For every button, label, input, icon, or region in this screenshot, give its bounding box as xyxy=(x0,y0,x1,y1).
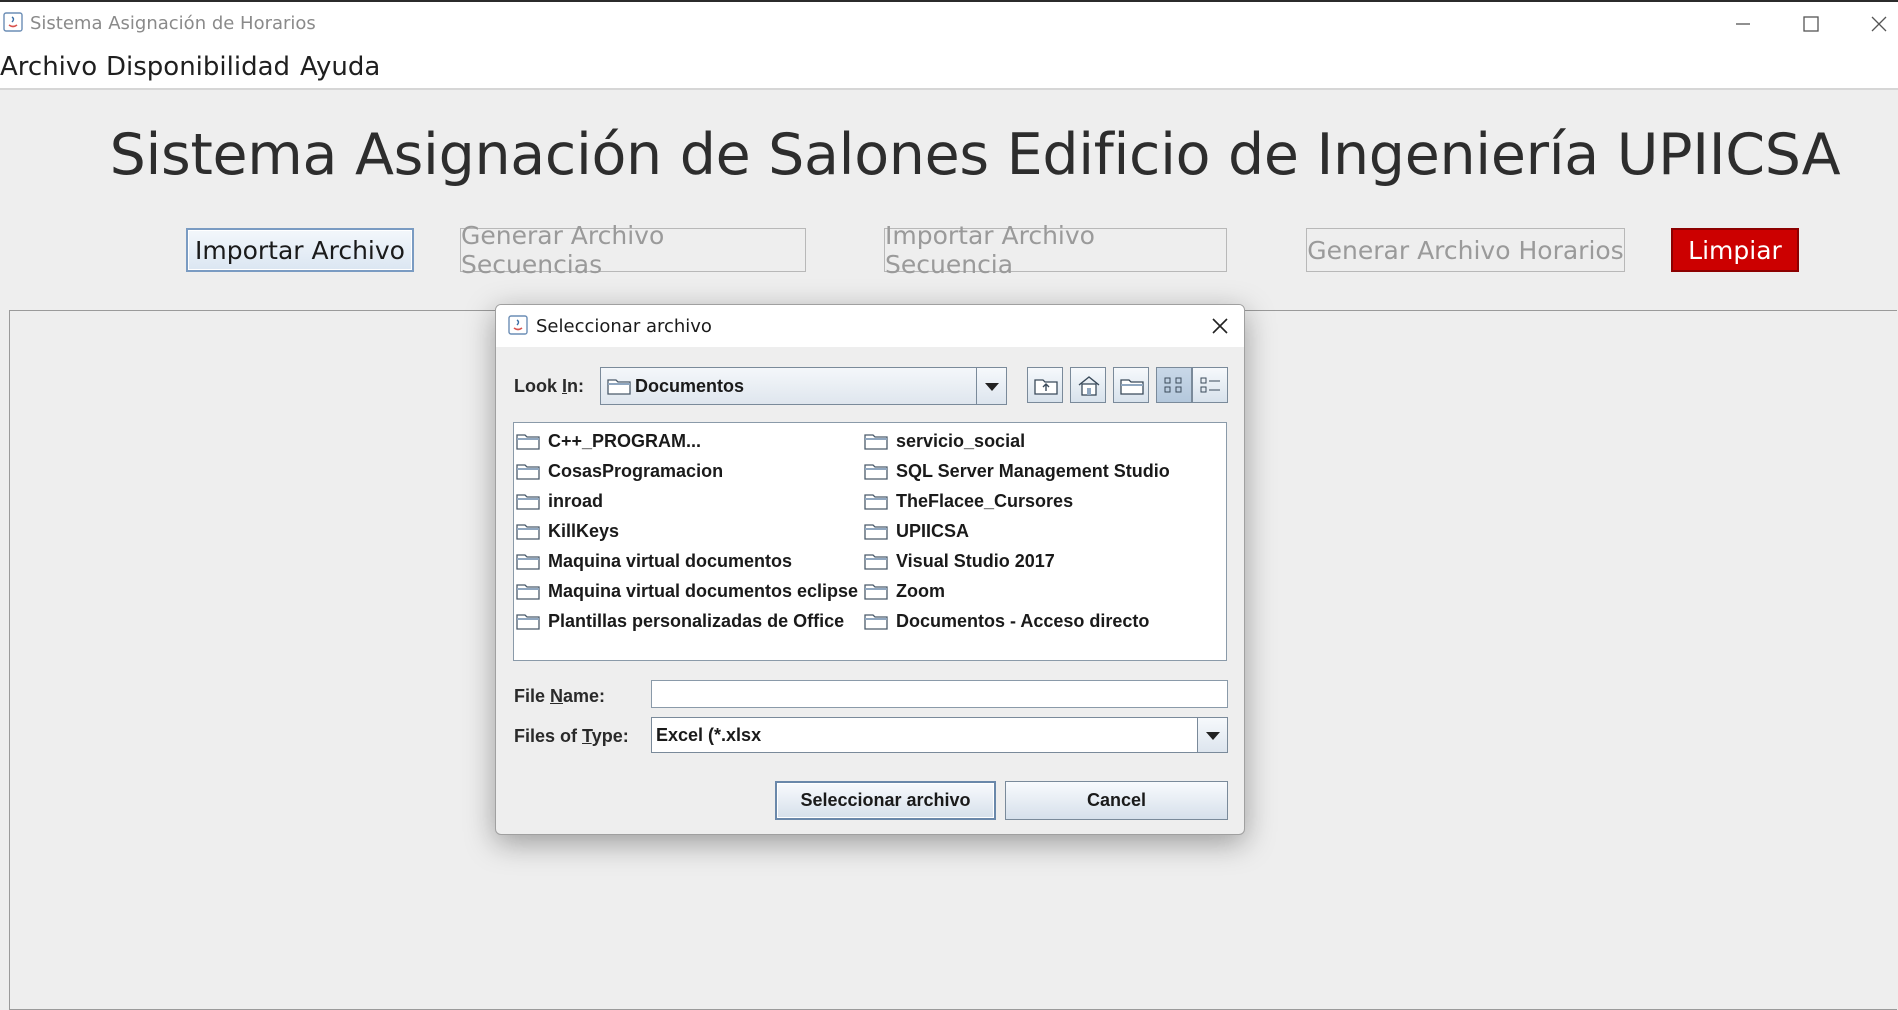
folder-item-label: CosasProgramacion xyxy=(548,460,724,481)
folder-icon xyxy=(516,494,540,510)
dialog-titlebar: Seleccionar archivo xyxy=(496,305,1244,347)
file-type-chevron-down-icon[interactable] xyxy=(1197,718,1227,752)
file-name-label: File Name: xyxy=(514,686,605,707)
select-file-button[interactable]: Seleccionar archivo xyxy=(775,781,996,820)
folder-icon xyxy=(864,524,888,540)
folder-item-label: C++_PROGRAM... xyxy=(548,430,702,451)
list-view-icon xyxy=(1164,377,1182,393)
folder-item-label: Visual Studio 2017 xyxy=(896,550,1055,571)
window-close-icon[interactable] xyxy=(1858,10,1898,40)
folder-icon xyxy=(607,376,631,400)
folder-icon xyxy=(516,584,540,600)
file-type-value: Excel (*.xlsx xyxy=(656,725,762,745)
window-title: Sistema Asignación de Horarios xyxy=(30,13,316,34)
folder-item-label: Maquina virtual documentos eclipse xyxy=(548,580,859,601)
folder-item-label: UPIICSA xyxy=(896,520,970,541)
menu-disponibilidad[interactable]: Disponibilidad xyxy=(106,52,290,82)
import-file-button[interactable]: Importar Archivo xyxy=(186,228,414,272)
folder-icon xyxy=(864,554,888,570)
list-view-button[interactable] xyxy=(1156,367,1192,403)
folder-item[interactable]: C++_PROGRAM... xyxy=(516,428,701,454)
folder-icon xyxy=(864,584,888,600)
generate-schedules-button[interactable]: Generar Archivo Horarios xyxy=(1306,228,1625,272)
folder-item-label: Plantillas personalizadas de Office xyxy=(548,610,845,631)
clear-button[interactable]: Limpiar xyxy=(1671,228,1799,272)
chevron-down-icon[interactable] xyxy=(976,368,1006,404)
folder-icon xyxy=(516,554,540,570)
folder-item[interactable]: TheFlacee_Cursores xyxy=(864,488,1073,514)
look-in-label-post: n: xyxy=(567,376,585,396)
home-button[interactable] xyxy=(1070,367,1106,403)
dialog-title: Seleccionar archivo xyxy=(536,316,712,337)
file-type-label-mnemonic: T xyxy=(582,726,592,746)
folder-item-label: SQL Server Management Studio xyxy=(896,460,1170,481)
folder-item-label: servicio_social xyxy=(896,430,1026,451)
file-name-label-mnemonic: N xyxy=(550,686,564,706)
details-view-button[interactable] xyxy=(1192,367,1228,403)
generate-sequences-button[interactable]: Generar Archivo Secuencias xyxy=(460,221,806,279)
up-one-level-button[interactable] xyxy=(1027,367,1063,403)
folder-item[interactable]: Documentos - Acceso directo xyxy=(864,608,1149,634)
dialog-close-icon[interactable] xyxy=(1208,314,1232,338)
folder-icon xyxy=(516,434,540,450)
details-view-icon xyxy=(1200,377,1220,393)
menubar: Archivo Disponibilidad Ayuda xyxy=(0,46,1898,90)
file-type-combo[interactable]: Excel (*.xlsx xyxy=(651,717,1228,753)
file-type-label: Files of Type: xyxy=(514,726,629,747)
file-list[interactable]: C++_PROGRAM... CosasProgramacion inroad Kil… xyxy=(513,422,1227,661)
page-title: Sistema Asignación de Salones Edificio d… xyxy=(109,122,1841,188)
maximize-icon[interactable] xyxy=(1790,10,1830,40)
home-icon xyxy=(1078,376,1100,396)
folder-item[interactable]: Maquina virtual documentos xyxy=(516,548,792,574)
look-in-value: Documentos xyxy=(635,376,745,396)
folder-icon xyxy=(864,464,888,480)
cancel-button[interactable]: Cancel xyxy=(1005,781,1228,820)
folder-item[interactable]: UPIICSA xyxy=(864,518,969,544)
minimize-icon[interactable] xyxy=(1722,10,1762,40)
folder-icon xyxy=(516,524,540,540)
new-folder-button[interactable] xyxy=(1113,367,1149,403)
folder-icon xyxy=(864,434,888,450)
folder-item[interactable]: Visual Studio 2017 xyxy=(864,548,1055,574)
folder-icon xyxy=(864,614,888,630)
folder-icon xyxy=(516,614,540,630)
window-titlebar: Sistema Asignación de Horarios xyxy=(0,0,1898,46)
menu-archivo[interactable]: Archivo xyxy=(0,52,97,82)
file-chooser-dialog: Seleccionar archivo Look In: Documentos … xyxy=(495,304,1245,835)
up-one-level-icon xyxy=(1034,379,1058,395)
new-folder-icon xyxy=(1120,379,1144,395)
folder-item-label: Documentos - Acceso directo xyxy=(896,610,1150,631)
folder-icon xyxy=(516,464,540,480)
file-name-input[interactable] xyxy=(651,680,1228,708)
folder-item[interactable]: Zoom xyxy=(864,578,945,604)
folder-item[interactable]: SQL Server Management Studio xyxy=(864,458,1170,484)
look-in-label: Look In: xyxy=(514,376,584,397)
file-type-label-pre: Files of xyxy=(514,726,583,746)
java-app-icon xyxy=(3,12,23,32)
folder-item[interactable]: Plantillas personalizadas de Office xyxy=(516,608,844,634)
file-name-label-post: ame: xyxy=(563,686,606,706)
file-type-label-post: ype: xyxy=(591,726,629,746)
folder-item[interactable]: inroad xyxy=(516,488,603,514)
folder-icon xyxy=(864,494,888,510)
folder-item[interactable]: Maquina virtual documentos eclipse xyxy=(516,578,858,604)
folder-item-label: KillKeys xyxy=(548,520,620,541)
folder-item[interactable]: KillKeys xyxy=(516,518,619,544)
folder-item-label: Zoom xyxy=(896,580,945,601)
folder-item[interactable]: CosasProgramacion xyxy=(516,458,723,484)
look-in-label-pre: Look xyxy=(514,376,562,396)
folder-item-label: inroad xyxy=(548,490,604,511)
file-name-label-pre: File xyxy=(514,686,551,706)
folder-item[interactable]: servicio_social xyxy=(864,428,1025,454)
folder-item-label: Maquina virtual documentos xyxy=(548,550,793,571)
java-dialog-icon xyxy=(508,315,528,335)
folder-item-label: TheFlacee_Cursores xyxy=(896,490,1074,511)
import-sequence-button[interactable]: Importar Archivo Secuencia xyxy=(884,221,1227,279)
look-in-combo[interactable]: Documentos xyxy=(600,367,1007,405)
menu-ayuda[interactable]: Ayuda xyxy=(300,52,380,82)
